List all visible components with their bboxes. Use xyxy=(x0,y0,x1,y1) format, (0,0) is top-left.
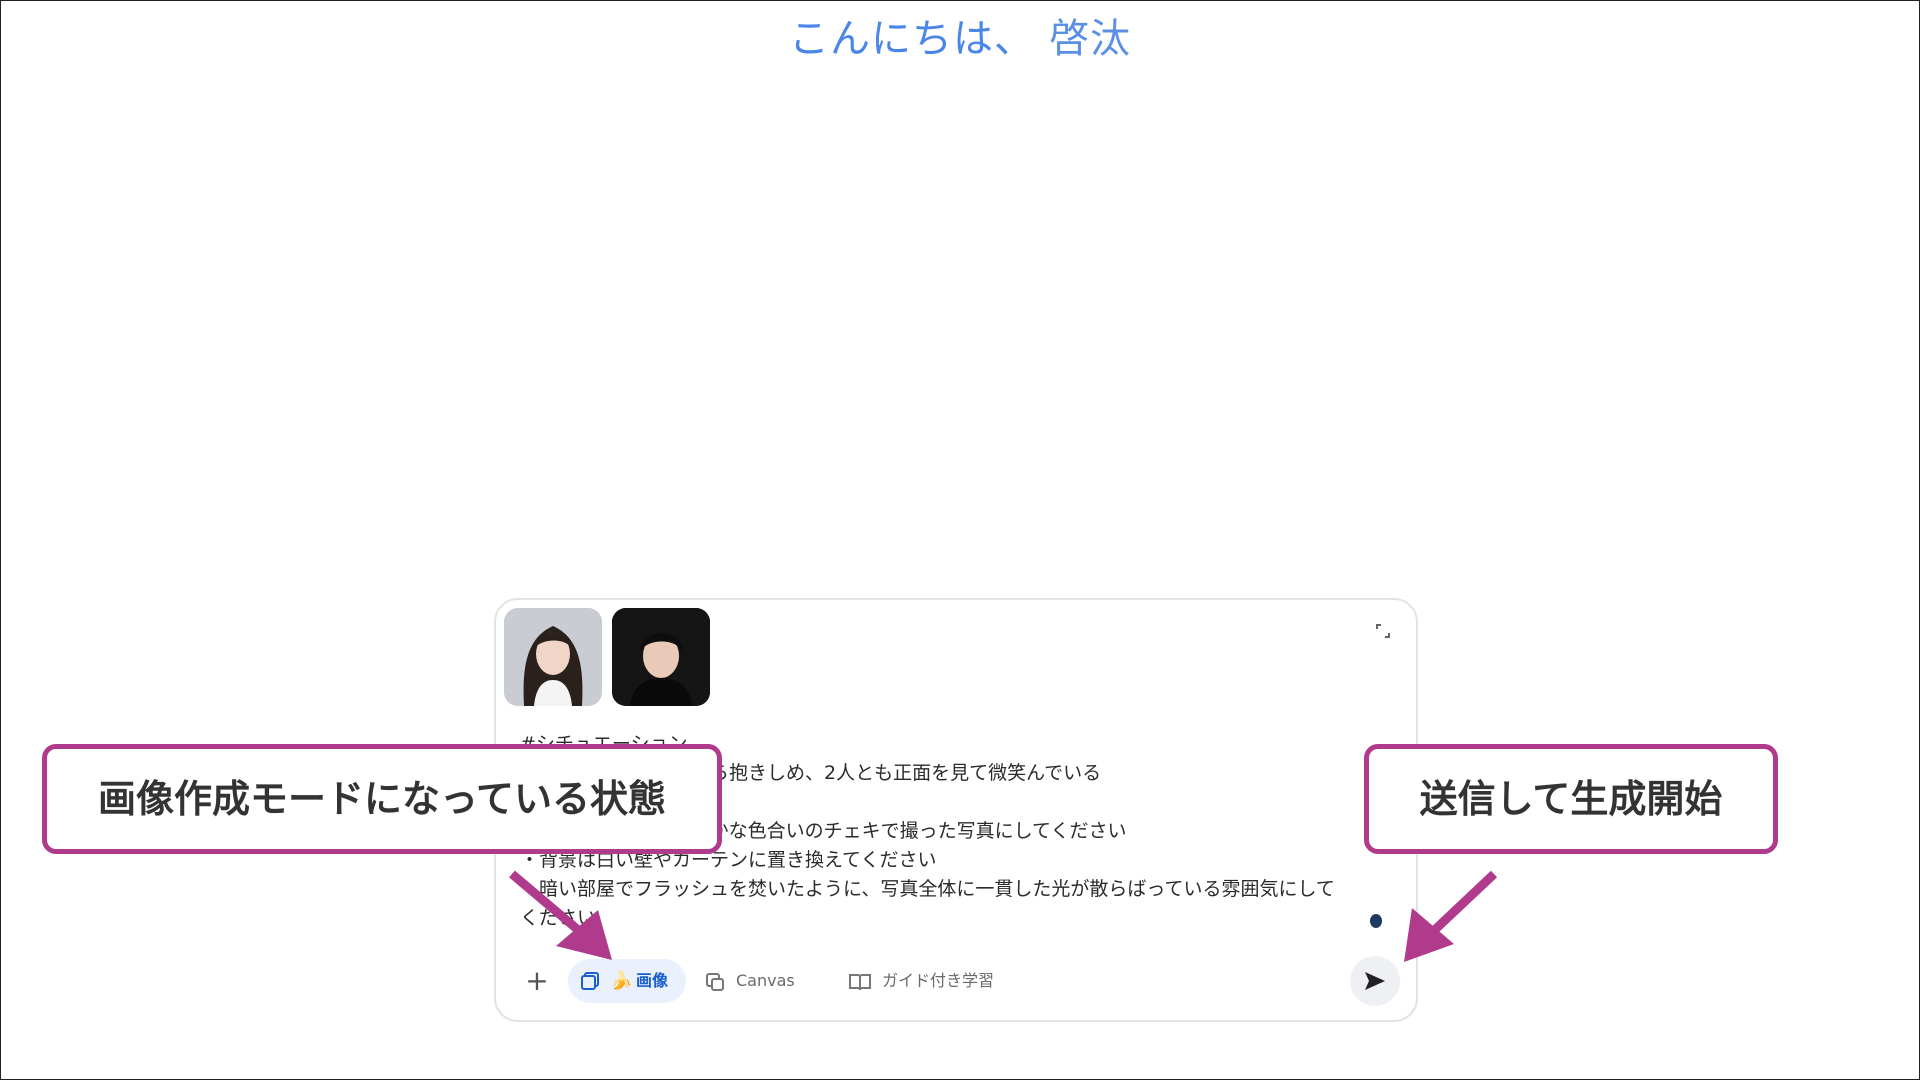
greeting-user-name: 啓汰 xyxy=(1049,16,1131,62)
attachment-thumbnail-man[interactable] xyxy=(612,608,710,706)
send-button[interactable] xyxy=(1350,956,1400,1006)
attachment-thumbnail-woman[interactable] xyxy=(504,608,602,706)
send-icon xyxy=(1365,972,1385,990)
image-mode-chip[interactable]: 🍌 画像 xyxy=(568,959,686,1003)
greeting-heading: こんにちは、 啓汰 xyxy=(0,6,1920,64)
image-mode-label: 画像 xyxy=(636,971,669,990)
composer-toolbar: + 🍌 画像 Canvas ガイド付き学習 xyxy=(512,956,1400,1006)
guided-learning-button[interactable]: ガイド付き学習 xyxy=(848,956,994,1006)
guided-learning-label: ガイド付き学習 xyxy=(882,971,995,990)
canvas-icon xyxy=(706,972,724,991)
banana-icon: 🍌 xyxy=(610,970,633,991)
canvas-label: Canvas xyxy=(736,971,795,990)
annotation-image-mode: 画像作成モードになっている状態 xyxy=(42,744,722,854)
canvas-tool-button[interactable]: Canvas xyxy=(704,956,795,1006)
cursor-dot xyxy=(1370,914,1382,928)
image-stack-icon xyxy=(581,972,599,990)
woman-portrait-image xyxy=(504,608,602,706)
man-portrait-image xyxy=(612,608,710,706)
greeting-hello: こんにちは、 xyxy=(789,16,1035,62)
annotation-send: 送信して生成開始 xyxy=(1364,744,1778,854)
book-icon xyxy=(849,973,871,990)
add-attachment-button[interactable]: + xyxy=(512,956,562,1006)
expand-icon[interactable] xyxy=(1374,622,1392,640)
